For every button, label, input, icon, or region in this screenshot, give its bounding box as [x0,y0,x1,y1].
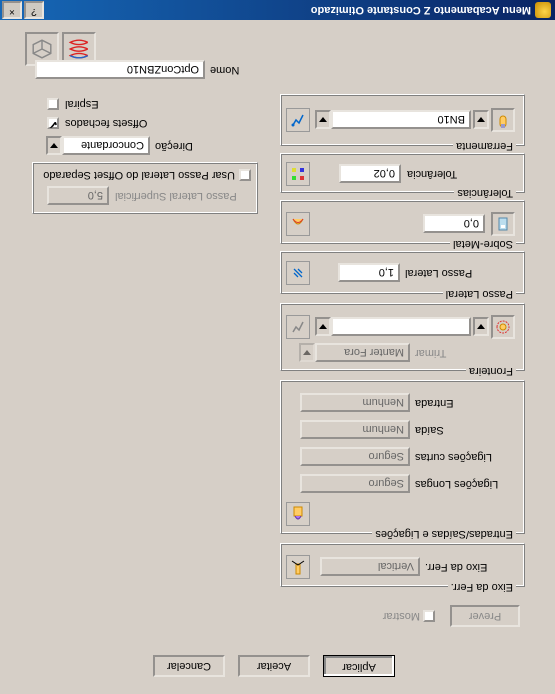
app-icon [535,2,551,18]
sobremetal-legend: Sobre-Metal [450,238,516,250]
sobremetal-icon[interactable] [491,212,515,236]
help-button[interactable]: ? [24,1,44,19]
entrada-label: Entrada [415,397,495,409]
tolerancias-group: Tolerâncias [280,153,525,193]
name-input[interactable]: OptConZBN10 [35,60,205,79]
trimar-dropdown-icon [299,343,315,362]
passolateral-icon[interactable] [286,261,310,285]
direcao-label: Direção [155,140,205,152]
name-label: Nome [210,64,250,76]
mostrar-checkbox[interactable] [423,610,435,622]
sobremetal-group: Sobre-Metal [280,200,525,244]
passolateral-group: Passo Lateral [280,251,525,294]
mostrar-label: Mostrar [370,610,420,622]
ferramenta-select[interactable]: BN10 [331,110,471,129]
esl-legend: Entradas/Saídas e Ligações [372,528,516,540]
ferramenta-dropdown2-icon[interactable] [315,110,331,129]
passolateral-input[interactable]: 1,0 [338,263,400,282]
trimar-label: Trimar [415,347,455,359]
aceitar-button[interactable]: Aceitar [238,655,310,677]
longas-label: Ligações Longas [415,478,517,490]
fronteira-icon[interactable] [491,315,515,339]
passo-box [32,162,258,214]
passolateral-legend: Passo Lateral [443,288,516,300]
esl-icon[interactable] [286,502,310,526]
ferramenta-legend: Ferramenta [453,140,516,152]
tolerancia-input[interactable]: 0,02 [339,164,401,183]
eixo-legend: Eixo da Ferr. [448,581,516,593]
fronteira-dropdown1-icon[interactable] [473,317,489,336]
close-button[interactable]: × [2,1,22,19]
ferramenta-icon[interactable] [491,108,515,132]
saida-value: Nenhum [300,420,410,439]
curtas-value: Seguro [300,447,410,466]
tolerancia-icon[interactable] [286,162,310,186]
window-title: Menu Acabamento Z Constante Otimizado [44,4,531,16]
espiral-label: Espiral [65,98,125,110]
tolerancias-legend: Tolerâncias [454,187,516,199]
title-bar: Menu Acabamento Z Constante Otimizado ? … [0,0,555,20]
entrada-value: Nenhum [300,393,410,412]
direcao-select[interactable]: Concordante [62,136,150,155]
eixo-label: Eixo da Ferr. [425,561,505,573]
tolerancia-label: Tolerância [407,168,467,180]
fronteira-pick-icon[interactable] [286,315,310,339]
trimar-select: Manter Fora [315,343,410,362]
passolateral-label: Passo Lateral [405,267,477,279]
offsets-checkbox[interactable] [47,117,59,129]
sobremetal-input[interactable]: 0,0 [423,214,485,233]
saida-label: Saída [415,424,495,436]
espiral-checkbox[interactable] [47,98,59,110]
fronteira-dropdown2-icon[interactable] [315,317,331,336]
eixo-icon[interactable] [286,555,310,579]
eixo-value: Vertical [320,557,420,576]
aplicar-button[interactable]: Aplicar [323,655,395,677]
prever-button: Prever [450,605,520,627]
ferramenta-pick-icon[interactable] [286,108,310,132]
ferramenta-dropdown1-icon[interactable] [473,110,489,129]
offsets-label: Offsets fechados [65,117,161,129]
fronteira-select[interactable] [331,317,471,336]
fronteira-legend: Fronteira [466,365,516,377]
cancelar-button[interactable]: Cancelar [153,655,225,677]
longas-value: Seguro [300,474,410,493]
sobremetal-pick-icon[interactable] [286,212,310,236]
curtas-label: Ligações curtas [415,451,515,463]
direcao-dropdown-icon[interactable] [46,136,62,155]
